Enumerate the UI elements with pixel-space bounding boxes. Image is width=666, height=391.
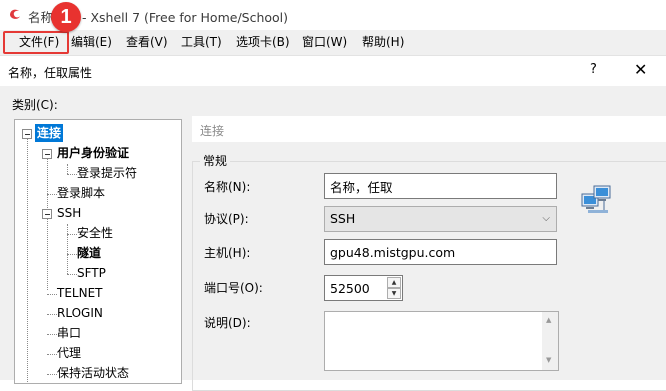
tree-item-serial[interactable]: 串口 bbox=[55, 324, 83, 342]
menu-edit[interactable]: 编辑(E) bbox=[71, 34, 112, 51]
tree-connector bbox=[47, 154, 48, 290]
collapse-icon[interactable] bbox=[42, 149, 52, 159]
protocol-label: 协议(P): bbox=[204, 212, 249, 226]
protocol-select[interactable]: SSH ⌵ bbox=[324, 206, 557, 232]
scroll-up-icon[interactable]: ▲ bbox=[546, 316, 551, 324]
category-label: 类别(C): bbox=[12, 98, 58, 112]
menu-file[interactable]: 文件(F) bbox=[19, 34, 59, 51]
tree-item-tunnel[interactable]: 隧道 bbox=[75, 244, 103, 262]
tree-item-ssh[interactable]: SSH bbox=[55, 204, 83, 222]
tree-item-telnet[interactable]: TELNET bbox=[55, 284, 105, 302]
help-button[interactable]: ? bbox=[590, 62, 597, 77]
close-button[interactable]: ✕ bbox=[634, 60, 647, 79]
tree-connector bbox=[67, 224, 68, 274]
spin-down-icon[interactable]: ▼ bbox=[387, 288, 401, 299]
collapse-icon[interactable] bbox=[22, 129, 32, 139]
section-header: 连接 bbox=[192, 116, 666, 142]
spin-up-icon[interactable]: ▲ bbox=[387, 277, 401, 288]
tree-item-login-script[interactable]: 登录脚本 bbox=[55, 184, 107, 202]
tree-item-rlogin[interactable]: RLOGIN bbox=[55, 304, 105, 322]
menu-bar: 文件(F) 编辑(E) 查看(V) 工具(T) 选项卡(B) 窗口(W) 帮助(… bbox=[0, 30, 666, 56]
tree-item-security[interactable]: 安全性 bbox=[75, 224, 115, 242]
tree-item-proxy[interactable]: 代理 bbox=[55, 344, 83, 362]
dialog-title: 名称，任取属性 bbox=[8, 66, 93, 80]
tree-item-connection[interactable]: 连接 bbox=[35, 124, 64, 142]
description-scrollbar[interactable]: ▲ ▼ bbox=[542, 312, 558, 370]
port-stepper[interactable]: 52500 ▲ ▼ bbox=[324, 275, 403, 301]
menu-view[interactable]: 查看(V) bbox=[126, 34, 168, 51]
port-spin-buttons: ▲ ▼ bbox=[387, 277, 401, 299]
description-label: 说明(D): bbox=[204, 316, 251, 330]
tree-item-keepalive[interactable]: 保持活动状态 bbox=[55, 364, 131, 382]
xshell-logo-icon bbox=[10, 9, 20, 19]
collapse-icon[interactable] bbox=[42, 209, 52, 219]
protocol-select-value: SSH bbox=[330, 211, 356, 226]
general-group-title: 常规 bbox=[200, 152, 231, 169]
dialog-body: 类别(C): 连接 用户身份验证 登录提示符 登录脚本 SSH 安全性 隧道 S… bbox=[0, 86, 666, 391]
tree-item-login-prompt[interactable]: 登录提示符 bbox=[75, 164, 139, 182]
menu-tools[interactable]: 工具(T) bbox=[181, 34, 222, 51]
menu-window[interactable]: 窗口(W) bbox=[302, 34, 347, 51]
dialog-header: 名称，任取属性 ? ✕ bbox=[0, 56, 666, 86]
name-field[interactable] bbox=[324, 173, 557, 199]
chevron-down-icon: ⌵ bbox=[542, 213, 550, 224]
tree-connector bbox=[27, 134, 28, 383]
host-field[interactable] bbox=[324, 239, 557, 265]
scroll-down-icon[interactable]: ▼ bbox=[546, 356, 551, 364]
tree-connector bbox=[67, 164, 68, 174]
menu-tabs[interactable]: 选项卡(B) bbox=[236, 34, 290, 51]
step-number-badge: 1 bbox=[51, 2, 81, 32]
menu-help[interactable]: 帮助(H) bbox=[362, 34, 404, 51]
host-label: 主机(H): bbox=[204, 246, 251, 260]
name-label: 名称(N): bbox=[204, 180, 251, 194]
network-computers-icon bbox=[581, 185, 611, 213]
port-label: 端口号(O): bbox=[204, 281, 263, 295]
description-field[interactable]: ▲ ▼ bbox=[324, 311, 559, 371]
port-value: 52500 bbox=[330, 281, 370, 296]
tree-item-sftp[interactable]: SFTP bbox=[75, 264, 108, 282]
category-tree[interactable]: 连接 用户身份验证 登录提示符 登录脚本 SSH 安全性 隧道 SFTP TEL… bbox=[14, 119, 182, 384]
tree-item-user-auth[interactable]: 用户身份验证 bbox=[55, 144, 131, 162]
title-bar: 名称，任 - Xshell 7 (Free for Home/School) bbox=[0, 0, 666, 30]
section-header-text: 连接 bbox=[200, 124, 225, 138]
